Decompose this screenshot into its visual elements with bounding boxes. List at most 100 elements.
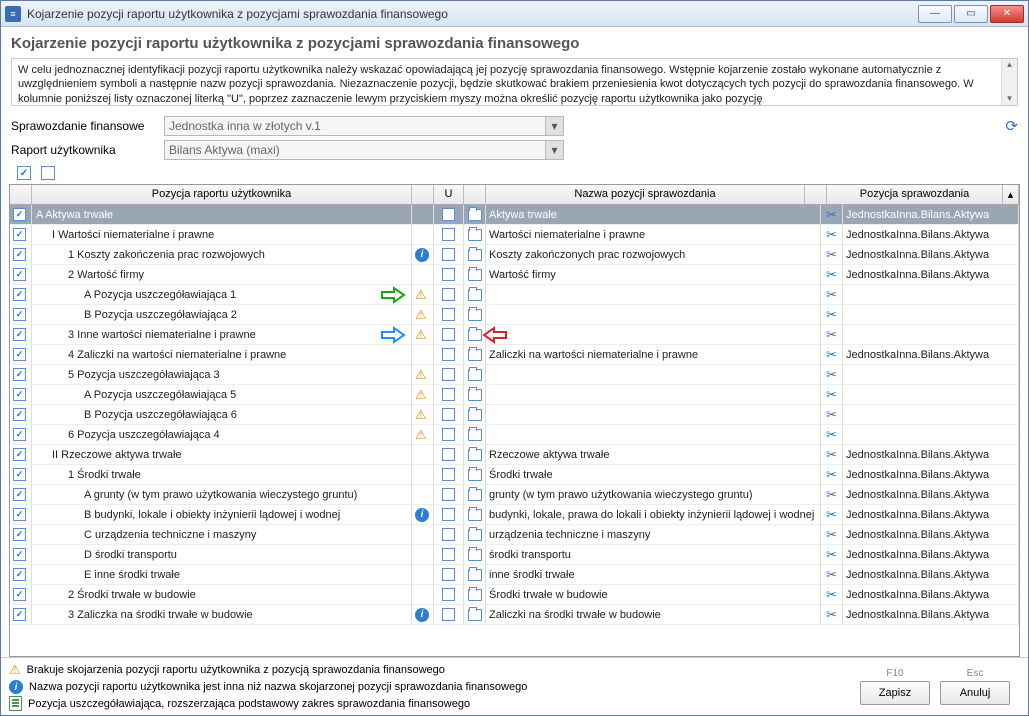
scissors-icon[interactable]: ✂	[821, 605, 843, 624]
table-row[interactable]: A Pozycja uszczegóławiająca 5⚠✂	[10, 385, 1019, 405]
u-checkbox[interactable]	[442, 508, 455, 521]
col-header-pozycja-raportu[interactable]: Pozycja raportu użytkownika	[32, 185, 412, 204]
row-checkbox[interactable]	[13, 248, 26, 261]
u-checkbox[interactable]	[442, 548, 455, 561]
scissors-icon[interactable]: ✂	[821, 445, 843, 464]
row-checkbox[interactable]	[13, 608, 26, 621]
col-header-u[interactable]: U	[434, 185, 464, 204]
u-checkbox[interactable]	[442, 608, 455, 621]
table-row[interactable]: 4 Zaliczki na wartości niematerialne i p…	[10, 345, 1019, 365]
row-checkbox[interactable]	[13, 428, 26, 441]
grid-body[interactable]: A Aktywa trwałeAktywa trwałe✂JednostkaIn…	[10, 205, 1019, 656]
scissors-icon[interactable]: ✂	[821, 565, 843, 584]
col-header-pozycja-spr[interactable]: Pozycja sprawozdania	[827, 185, 1003, 204]
scissors-icon[interactable]: ✂	[821, 225, 843, 244]
scissors-icon[interactable]: ✂	[821, 485, 843, 504]
table-row[interactable]: B budynki, lokale i obiekty inżynierii l…	[10, 505, 1019, 525]
scissors-icon[interactable]: ✂	[821, 385, 843, 404]
u-checkbox[interactable]	[442, 528, 455, 541]
folder-icon[interactable]	[464, 505, 486, 524]
table-row[interactable]: A Aktywa trwałeAktywa trwałe✂JednostkaIn…	[10, 205, 1019, 225]
folder-icon[interactable]	[464, 565, 486, 584]
scissors-icon[interactable]: ✂	[821, 285, 843, 304]
scissors-icon[interactable]: ✂	[821, 325, 843, 344]
cancel-button[interactable]: Anuluj	[940, 681, 1010, 705]
u-checkbox[interactable]	[442, 488, 455, 501]
row-checkbox[interactable]	[13, 488, 26, 501]
scissors-icon[interactable]: ✂	[821, 505, 843, 524]
u-checkbox[interactable]	[442, 468, 455, 481]
row-checkbox[interactable]	[13, 548, 26, 561]
table-row[interactable]: 2 Środki trwałe w budowieŚrodki trwałe w…	[10, 585, 1019, 605]
table-row[interactable]: A grunty (w tym prawo użytkowania wieczy…	[10, 485, 1019, 505]
maximize-button[interactable]: ▭	[954, 5, 988, 23]
chevron-down-icon[interactable]: ▾	[545, 141, 563, 159]
table-row[interactable]: 1 Środki trwałeŚrodki trwałe✂JednostkaIn…	[10, 465, 1019, 485]
row-checkbox[interactable]	[13, 588, 26, 601]
row-checkbox[interactable]	[13, 508, 26, 521]
table-row[interactable]: I Wartości niematerialne i prawneWartośc…	[10, 225, 1019, 245]
u-checkbox[interactable]	[442, 308, 455, 321]
table-row[interactable]: 6 Pozycja uszczegóławiająca 4⚠✂	[10, 425, 1019, 445]
u-checkbox[interactable]	[442, 328, 455, 341]
u-checkbox[interactable]	[442, 368, 455, 381]
u-checkbox[interactable]	[442, 588, 455, 601]
col-header-checkbox[interactable]	[10, 185, 32, 204]
folder-icon[interactable]	[464, 405, 486, 424]
row-checkbox[interactable]	[13, 528, 26, 541]
row-checkbox[interactable]	[13, 388, 26, 401]
scissors-icon[interactable]: ✂	[821, 405, 843, 424]
folder-icon[interactable]	[464, 325, 486, 344]
scissors-icon[interactable]: ✂	[821, 205, 843, 224]
folder-icon[interactable]	[464, 385, 486, 404]
folder-icon[interactable]	[464, 365, 486, 384]
folder-icon[interactable]	[464, 605, 486, 624]
select-all-checkbox[interactable]	[17, 166, 31, 180]
folder-icon[interactable]	[464, 485, 486, 504]
scissors-icon[interactable]: ✂	[821, 465, 843, 484]
u-checkbox[interactable]	[442, 208, 455, 221]
table-row[interactable]: 5 Pozycja uszczegóławiająca 3⚠✂	[10, 365, 1019, 385]
minimize-button[interactable]: —	[918, 5, 952, 23]
scissors-icon[interactable]: ✂	[821, 245, 843, 264]
scissors-icon[interactable]: ✂	[821, 545, 843, 564]
description-scrollbar[interactable]: ▴▾	[1001, 59, 1017, 105]
u-checkbox[interactable]	[442, 428, 455, 441]
sprawozdanie-combo[interactable]: Jednostka inna w złotych v.1 ▾	[164, 116, 564, 136]
refresh-icon[interactable]: ⟳	[1005, 117, 1018, 135]
table-row[interactable]: 3 Zaliczka na środki trwałe w budowieiZa…	[10, 605, 1019, 625]
folder-icon[interactable]	[464, 465, 486, 484]
folder-icon[interactable]	[464, 285, 486, 304]
scissors-icon[interactable]: ✂	[821, 425, 843, 444]
row-checkbox[interactable]	[13, 308, 26, 321]
row-checkbox[interactable]	[13, 468, 26, 481]
table-row[interactable]: 3 Inne wartości niematerialne i prawne⚠✂	[10, 325, 1019, 345]
table-row[interactable]: 1 Koszty zakończenia prac rozwojowychiKo…	[10, 245, 1019, 265]
scissors-icon[interactable]: ✂	[821, 365, 843, 384]
table-row[interactable]: A Pozycja uszczegóławiająca 1⚠✂	[10, 285, 1019, 305]
u-checkbox[interactable]	[442, 248, 455, 261]
raport-combo[interactable]: Bilans Aktywa (maxi) ▾	[164, 140, 564, 160]
row-checkbox[interactable]	[13, 328, 26, 341]
col-header-nazwa[interactable]: Nazwa pozycji sprawozdania	[486, 185, 805, 204]
row-checkbox[interactable]	[13, 288, 26, 301]
folder-icon[interactable]	[464, 545, 486, 564]
row-checkbox[interactable]	[13, 568, 26, 581]
row-checkbox[interactable]	[13, 368, 26, 381]
table-row[interactable]: D środki transportuśrodki transportu✂Jed…	[10, 545, 1019, 565]
folder-icon[interactable]	[464, 345, 486, 364]
folder-icon[interactable]	[464, 245, 486, 264]
scissors-icon[interactable]: ✂	[821, 265, 843, 284]
scissors-icon[interactable]: ✂	[821, 585, 843, 604]
u-checkbox[interactable]	[442, 388, 455, 401]
u-checkbox[interactable]	[442, 408, 455, 421]
folder-icon[interactable]	[464, 525, 486, 544]
chevron-down-icon[interactable]: ▾	[545, 117, 563, 135]
table-row[interactable]: B Pozycja uszczegóławiająca 2⚠✂	[10, 305, 1019, 325]
save-button[interactable]: Zapisz	[860, 681, 930, 705]
table-row[interactable]: B Pozycja uszczegóławiająca 6⚠✂	[10, 405, 1019, 425]
secondary-checkbox[interactable]	[41, 166, 55, 180]
folder-icon[interactable]	[464, 425, 486, 444]
u-checkbox[interactable]	[442, 448, 455, 461]
folder-icon[interactable]	[464, 225, 486, 244]
